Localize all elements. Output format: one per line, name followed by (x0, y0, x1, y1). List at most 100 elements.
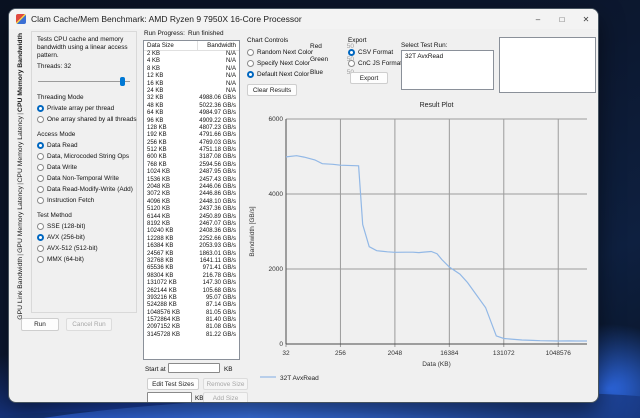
slider-thumb[interactable] (120, 77, 125, 86)
test-run-description-box[interactable] (499, 37, 596, 93)
access-mode-group: Access ModeData ReadData, Microcoded Str… (37, 131, 132, 204)
radio-icon[interactable] (37, 245, 44, 252)
tab-cpu-memory-bandwidth[interactable]: CPU Memory Bandwidth (16, 33, 26, 112)
table-row[interactable]: 1024 KB2487.95 GB/s (144, 169, 239, 176)
close-icon[interactable]: ✕ (574, 9, 598, 29)
chart-color-option-specify-next-color[interactable]: Specify Next Color (247, 60, 309, 67)
table-row[interactable]: 24567 KB1863.01 GB/s (144, 251, 239, 258)
access-mode-option-data-read[interactable]: Data Read (37, 142, 132, 149)
radio-icon[interactable] (37, 175, 44, 182)
table-row[interactable]: 1048576 KB81.05 GB/s (144, 310, 239, 317)
test-run-listbox[interactable]: 32T AvxRead (401, 50, 494, 90)
column-header-data-size[interactable]: Data Size (144, 41, 198, 50)
table-row[interactable]: 512 KB4751.18 GB/s (144, 147, 239, 154)
radio-icon[interactable] (37, 197, 44, 204)
tab-cpu-memory-latency[interactable]: CPU Memory Latency (16, 116, 26, 182)
table-row[interactable]: 16384 KB2053.93 GB/s (144, 243, 239, 250)
radio-icon[interactable] (37, 186, 44, 193)
radio-icon[interactable] (37, 223, 44, 230)
table-row[interactable]: 3145728 KB81.22 GB/s (144, 332, 239, 339)
cancel-run-button[interactable]: Cancel Run (66, 318, 112, 331)
radio-icon[interactable] (247, 49, 254, 56)
maximize-icon[interactable]: □ (550, 9, 574, 29)
table-row[interactable]: 64 KB4984.97 GB/s (144, 110, 239, 117)
export-format-option-csv-format[interactable]: CSV Format (348, 49, 406, 56)
radio-selected-icon[interactable] (37, 105, 44, 112)
table-row[interactable]: 16 KBN/A (144, 81, 239, 88)
radio-selected-icon[interactable] (348, 49, 355, 56)
column-header-bandwidth[interactable]: Bandwidth (198, 42, 239, 49)
table-row[interactable]: 131072 KB147.30 GB/s (144, 280, 239, 287)
table-row[interactable]: 2 KBN/A (144, 51, 239, 58)
table-row[interactable]: 524288 KB87.14 GB/s (144, 302, 239, 309)
access-mode-option-data-write[interactable]: Data Write (37, 164, 132, 171)
table-row[interactable]: 6144 KB2450.89 GB/s (144, 214, 239, 221)
tab-gpu-link-bandwidth[interactable]: GPU Link Bandwidth (16, 257, 26, 320)
table-row[interactable]: 128 KB4807.23 GB/s (144, 125, 239, 132)
test-method-option-avx-256-bit-[interactable]: AVX (256-bit) (37, 234, 132, 241)
table-row[interactable]: 10240 KB2408.36 GB/s (144, 228, 239, 235)
table-row[interactable]: 8 KBN/A (144, 66, 239, 73)
table-row[interactable]: 48 KB5022.36 GB/s (144, 103, 239, 110)
access-mode-option-data-read-modify-write-add-[interactable]: Data Read-Modify-Write (Add) (37, 186, 132, 193)
radio-icon[interactable] (37, 256, 44, 263)
table-row[interactable]: 600 KB3187.08 GB/s (144, 154, 239, 161)
results-list[interactable]: Data Size Bandwidth 2 KBN/A4 KBN/A8 KBN/… (143, 40, 240, 360)
table-row[interactable]: 4096 KB2448.10 GB/s (144, 199, 239, 206)
table-row[interactable]: 768 KB2594.56 GB/s (144, 162, 239, 169)
table-row[interactable]: 5120 KB2437.36 GB/s (144, 206, 239, 213)
table-row[interactable]: 65536 KB971.41 GB/s (144, 265, 239, 272)
chart-color-option-random-next-color[interactable]: Random Next Color (247, 49, 309, 56)
chart-color-option-default-next-color[interactable]: Default Next Color (247, 71, 309, 78)
table-row[interactable]: 32 KB4988.06 GB/s (144, 95, 239, 102)
run-button[interactable]: Run (21, 318, 59, 331)
table-row[interactable]: 3072 KB2446.86 GB/s (144, 191, 239, 198)
table-row[interactable]: 2048 KB2446.06 GB/s (144, 184, 239, 191)
radio-icon[interactable] (37, 153, 44, 160)
start-at-input[interactable] (168, 363, 220, 373)
table-row[interactable]: 1572864 KB81.40 GB/s (144, 317, 239, 324)
access-mode-option-data-non-temporal-write[interactable]: Data Non-Temporal Write (37, 175, 132, 182)
radio-icon[interactable] (37, 164, 44, 171)
export-format-option-cnc-js-format[interactable]: CnC JS Format (348, 60, 406, 67)
cell-bandwidth: 1863.01 GB/s (198, 251, 239, 258)
radio-icon[interactable] (37, 116, 44, 123)
table-row[interactable]: 12288 KB2252.66 GB/s (144, 236, 239, 243)
access-mode-option-instruction-fetch[interactable]: Instruction Fetch (37, 197, 132, 204)
table-row[interactable]: 1536 KB2457.43 GB/s (144, 177, 239, 184)
add-size-input[interactable] (147, 392, 192, 403)
radio-selected-icon[interactable] (37, 234, 44, 241)
threads-slider[interactable] (38, 77, 130, 86)
access-mode-option-data-microcoded-string-ops[interactable]: Data, Microcoded String Ops (37, 153, 132, 160)
table-row[interactable]: 96 KB4909.22 GB/s (144, 118, 239, 125)
test-method-option-avx-512-512-bit-[interactable]: AVX-512 (512-bit) (37, 245, 132, 252)
tab-gpu-memory-latency[interactable]: GPU Memory Latency (16, 186, 26, 253)
radio-icon[interactable] (348, 60, 355, 67)
table-row[interactable]: 8192 KB2467.07 GB/s (144, 221, 239, 228)
add-size-button[interactable]: Add Size (203, 392, 248, 403)
table-row[interactable]: 256 KB4769.03 GB/s (144, 140, 239, 147)
y-axis-label: Bandwidth [GB/s] (249, 206, 256, 256)
table-row[interactable]: 32768 KB1641.11 GB/s (144, 258, 239, 265)
table-row[interactable]: 24 KBN/A (144, 88, 239, 95)
test-method-option-mmx-64-bit-[interactable]: MMX (64-bit) (37, 256, 132, 263)
table-row[interactable]: 98304 KB216.78 GB/s (144, 273, 239, 280)
remove-size-button[interactable]: Remove Size (203, 378, 248, 390)
edit-test-sizes-button[interactable]: Edit Test Sizes (147, 378, 199, 390)
table-row[interactable]: 12 KBN/A (144, 73, 239, 80)
cell-bandwidth: 81.05 GB/s (198, 310, 239, 317)
table-row[interactable]: 393216 KB95.07 GB/s (144, 295, 239, 302)
export-button[interactable]: Export (350, 72, 388, 84)
threading-mode-option-one-array-shared-by-all-threads[interactable]: One array shared by all threads (37, 116, 132, 123)
table-row[interactable]: 262144 KB105.68 GB/s (144, 288, 239, 295)
table-row[interactable]: 4 KBN/A (144, 58, 239, 65)
threading-mode-option-private-array-per-thread[interactable]: Private array per thread (37, 105, 132, 112)
test-run-item[interactable]: 32T AvxRead (405, 53, 490, 60)
table-row[interactable]: 192 KB4791.66 GB/s (144, 132, 239, 139)
test-method-option-sse-128-bit-[interactable]: SSE (128-bit) (37, 223, 132, 230)
minimize-icon[interactable]: – (526, 9, 550, 29)
radio-selected-icon[interactable] (247, 71, 254, 78)
radio-icon[interactable] (247, 60, 254, 67)
table-row[interactable]: 2097152 KB81.08 GB/s (144, 324, 239, 331)
radio-selected-icon[interactable] (37, 142, 44, 149)
